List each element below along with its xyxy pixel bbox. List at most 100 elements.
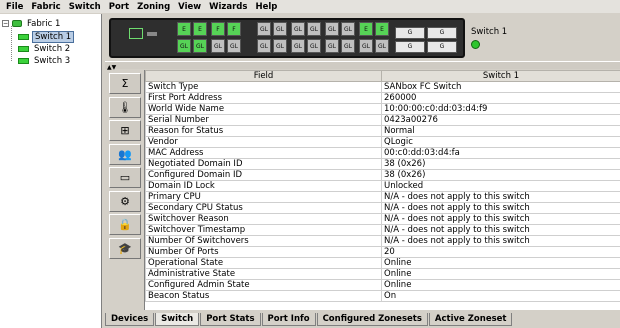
field-name-cell: Operational State bbox=[145, 257, 382, 269]
field-value-cell: 38 (0x26) bbox=[381, 169, 620, 181]
field-value-cell: N/A - does not apply to this switch bbox=[381, 202, 620, 214]
port[interactable]: G bbox=[395, 27, 425, 39]
field-value-cell: Normal bbox=[381, 125, 620, 137]
port[interactable]: GL bbox=[341, 22, 355, 36]
table-row[interactable]: Switchover Timestamp N/A - does not apply… bbox=[145, 224, 620, 236]
menu-wizards[interactable]: Wizards bbox=[205, 2, 251, 12]
switch-faceplate[interactable]: E E GL GL F F GL GL GL GL GL GL GL GL GL GL GL GL GL GL E E GL… bbox=[109, 18, 465, 58]
port[interactable]: E bbox=[193, 22, 207, 36]
tree-item-fabric[interactable]: − Fabric 1 bbox=[2, 18, 62, 29]
port[interactable]: G bbox=[395, 41, 425, 53]
port[interactable]: GL bbox=[307, 39, 321, 53]
menu-bar: File Fabric Switch Port Zoning View Wizards Hel… bbox=[0, 0, 620, 13]
port[interactable]: F bbox=[227, 22, 241, 36]
port[interactable]: G bbox=[427, 41, 457, 53]
switch-label: Switch 2 bbox=[34, 43, 71, 54]
port-group: E E GL GL bbox=[177, 22, 207, 54]
port[interactable]: GL bbox=[325, 39, 339, 53]
table-row[interactable]: Vendor QLogic bbox=[145, 136, 620, 148]
menu-switch[interactable]: Switch bbox=[65, 2, 105, 12]
tab-devices[interactable]: Devices bbox=[105, 313, 155, 326]
port[interactable]: GL bbox=[273, 39, 287, 53]
table-row[interactable]: First Port Address 260000 bbox=[145, 92, 620, 104]
switch-properties-table: Field Switch 1 Switch Type SANbox FC Swit… bbox=[145, 70, 620, 310]
port[interactable]: GL bbox=[193, 39, 207, 53]
field-name-cell: Beacon Status bbox=[145, 290, 382, 302]
thermometer-button[interactable]: 🌡 bbox=[109, 96, 141, 118]
field-name-cell: Primary CPU bbox=[145, 191, 382, 203]
menu-port[interactable]: Port bbox=[105, 2, 133, 12]
bottom-tabs: Devices Switch Port Stats Port Info Configur… bbox=[105, 313, 620, 328]
menu-file[interactable]: File bbox=[2, 2, 27, 12]
table-row[interactable]: Configured Domain ID 38 (0x26) bbox=[145, 169, 620, 181]
menu-help[interactable]: Help bbox=[251, 2, 281, 12]
field-name-cell: World Wide Name bbox=[145, 103, 382, 115]
port[interactable]: GL bbox=[211, 39, 225, 53]
port[interactable]: GL bbox=[257, 39, 271, 53]
field-value-cell: N/A - does not apply to this switch bbox=[381, 235, 620, 247]
sigma-icon: Σ bbox=[121, 77, 129, 90]
port[interactable]: GL bbox=[177, 39, 191, 53]
table-row[interactable]: Switchover Reason N/A - does not apply to… bbox=[145, 213, 620, 225]
table-row[interactable]: World Wide Name 10:00:00:c0:dd:03:d4:f9 bbox=[145, 103, 620, 115]
gear-button[interactable]: ⚙ bbox=[109, 190, 141, 212]
field-value-cell: Online bbox=[381, 257, 620, 269]
table-row[interactable]: Administrative State Online bbox=[145, 268, 620, 280]
table-row[interactable]: Operational State Online bbox=[145, 257, 620, 269]
tab-switch[interactable]: Switch bbox=[155, 313, 200, 326]
users-button[interactable]: 👥 bbox=[109, 143, 141, 165]
tree-item-switch-1[interactable]: Switch 1 bbox=[18, 30, 75, 43]
menu-fabric[interactable]: Fabric bbox=[27, 2, 64, 12]
table-row[interactable]: Primary CPU N/A - does not apply to this … bbox=[145, 191, 620, 203]
port-group: GL GL GL GL bbox=[257, 22, 287, 54]
switch-label: Switch 3 bbox=[34, 55, 71, 66]
table-row[interactable]: Number Of Switchovers N/A - does not appl… bbox=[145, 235, 620, 247]
table-row[interactable]: Domain ID Lock Unlocked bbox=[145, 180, 620, 192]
port[interactable]: GL bbox=[291, 22, 305, 36]
table-row[interactable]: Beacon Status On bbox=[145, 290, 620, 302]
field-value-cell: Unlocked bbox=[381, 180, 620, 192]
collapse-toggle-icon[interactable]: − bbox=[2, 20, 9, 27]
column-header-field[interactable]: Field bbox=[145, 70, 382, 82]
tree-item-switch-3[interactable]: Switch 3 bbox=[18, 55, 72, 66]
network-button[interactable]: ⊞ bbox=[109, 120, 141, 141]
sigma-button[interactable]: Σ bbox=[109, 73, 141, 94]
tab-port-info[interactable]: Port Info bbox=[261, 313, 316, 326]
graduation-cap-button[interactable]: 🎓 bbox=[109, 237, 141, 259]
port[interactable]: GL bbox=[325, 22, 339, 36]
table-row[interactable]: Switch Type SANbox FC Switch bbox=[145, 81, 620, 93]
console-port-icon bbox=[147, 32, 157, 36]
tree-item-switch-2[interactable]: Switch 2 bbox=[18, 43, 72, 54]
port[interactable]: GL bbox=[257, 22, 271, 36]
port[interactable]: GL bbox=[273, 22, 287, 36]
menu-zoning[interactable]: Zoning bbox=[133, 2, 174, 12]
menu-view[interactable]: View bbox=[174, 2, 205, 12]
table-row[interactable]: Serial Number 0423a00276 bbox=[145, 114, 620, 126]
port[interactable]: E bbox=[359, 22, 373, 36]
lock-button[interactable]: 🔒 bbox=[109, 214, 141, 235]
splitter[interactable]: ▲▼ bbox=[105, 61, 620, 71]
port[interactable]: E bbox=[375, 22, 389, 36]
table-row[interactable]: Reason for Status Normal bbox=[145, 125, 620, 137]
port[interactable]: GL bbox=[307, 22, 321, 36]
tab-active-zoneset[interactable]: Active Zoneset bbox=[428, 313, 513, 326]
table-row[interactable]: Secondary CPU Status N/A - does not apply… bbox=[145, 202, 620, 214]
port[interactable]: E bbox=[177, 22, 191, 36]
port[interactable]: GL bbox=[375, 39, 389, 53]
tab-port-stats[interactable]: Port Stats bbox=[200, 313, 261, 326]
tab-configured-zonesets[interactable]: Configured Zonesets bbox=[316, 313, 428, 326]
memory-button[interactable]: ▭ bbox=[109, 167, 141, 188]
table-row[interactable]: Configured Admin State Online bbox=[145, 279, 620, 291]
table-row[interactable]: Number Of Ports 20 bbox=[145, 246, 620, 258]
table-row[interactable]: Negotiated Domain ID 38 (0x26) bbox=[145, 158, 620, 170]
port[interactable]: GL bbox=[227, 39, 241, 53]
table-row[interactable]: MAC Address 00:c0:dd:03:d4:fa bbox=[145, 147, 620, 159]
port[interactable]: GL bbox=[341, 39, 355, 53]
port[interactable]: GL bbox=[359, 39, 373, 53]
field-value-cell: 38 (0x26) bbox=[381, 158, 620, 170]
column-header-switch[interactable]: Switch 1 bbox=[381, 70, 620, 82]
port[interactable]: F bbox=[211, 22, 225, 36]
port[interactable]: GL bbox=[291, 39, 305, 53]
field-name-cell: Switchover Reason bbox=[145, 213, 382, 225]
port[interactable]: G bbox=[427, 27, 457, 39]
